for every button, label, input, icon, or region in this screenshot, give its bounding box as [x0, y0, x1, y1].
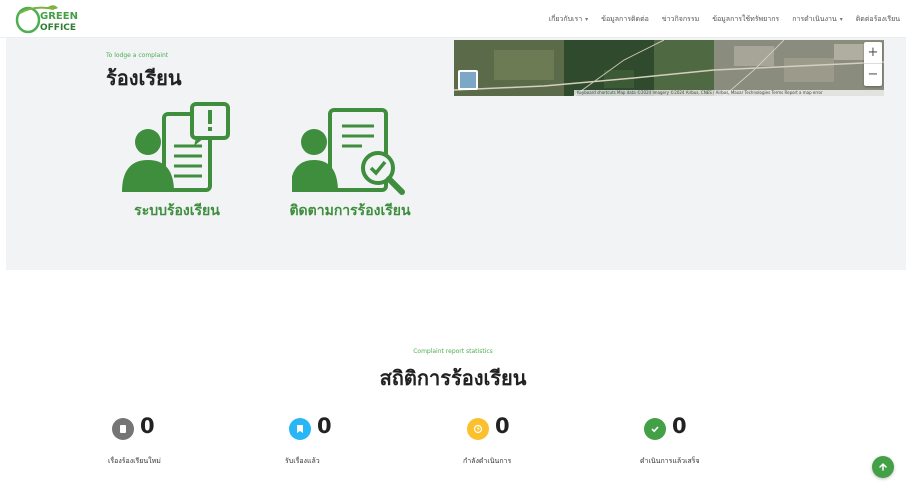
stat-label: กำลังดำเนินการ — [463, 457, 512, 465]
nav-label: เกี่ยวกับเรา — [548, 14, 583, 23]
nav-item-operations[interactable]: การดำเนินงาน ▾ — [792, 14, 843, 25]
map-zoom-controls: + − — [864, 42, 882, 86]
arrow-up-icon — [879, 462, 887, 471]
person-document-alert-icon — [122, 102, 230, 192]
hero-subtitle: To lodge a complaint — [106, 52, 169, 59]
stat-label: เรื่องร้องเรียนใหม่ — [108, 457, 161, 465]
nav-item-news[interactable]: ข่าวกิจกรรม — [662, 14, 699, 25]
clock-icon — [467, 418, 489, 440]
caret-down-icon: ▾ — [585, 15, 589, 23]
map-layer-toggle[interactable] — [458, 70, 478, 90]
bookmark-icon — [289, 418, 311, 440]
stat-count: 0 — [495, 414, 510, 438]
stats-title: สถิติการร้องเรียน — [379, 366, 527, 390]
nav-label: การดำเนินงาน — [792, 14, 837, 23]
stat-label: รับเรื่องแล้ว — [285, 457, 320, 465]
track-complaint-card[interactable]: ติดตามการร้องเรียน — [270, 102, 430, 220]
svg-text:GREEN: GREEN — [40, 11, 78, 22]
main-nav: เกี่ยวกับเรา ▾ ข้อมูลการติดต่อ ข่าวกิจกรร… — [549, 0, 900, 38]
stat-count: 0 — [317, 414, 332, 438]
person-document-search-icon — [292, 108, 405, 195]
stats-subtitle: Complaint report statistics — [413, 348, 493, 355]
complaint-system-label: ระบบร้องเรียน — [134, 203, 220, 219]
complaint-hero: To lodge a complaint ร้องเรียน + − Keybo… — [6, 38, 906, 270]
nav-label: ข่าวกิจกรรม — [661, 14, 700, 23]
embedded-map[interactable]: + − Keyboard shortcuts Map data ©2024 Im… — [454, 40, 884, 96]
scroll-to-top-button[interactable] — [872, 456, 894, 478]
svg-text:OFFICE: OFFICE — [40, 23, 76, 33]
nav-item-complaints[interactable]: ติดต่อร้องเรียน — [856, 14, 900, 25]
hero-title: ร้องเรียน — [106, 66, 182, 90]
top-navbar: GREEN OFFICE เกี่ยวกับเรา ▾ ข้อมูลการติดต… — [0, 0, 906, 38]
check-icon — [644, 418, 666, 440]
nav-item-about[interactable]: เกี่ยวกับเรา ▾ — [549, 14, 588, 25]
zoom-out-button[interactable]: − — [864, 64, 882, 86]
nav-label: ข้อมูลการใช้ทรัพยากร — [712, 14, 780, 23]
green-office-logo[interactable]: GREEN OFFICE — [14, 3, 94, 35]
zoom-in-button[interactable]: + — [864, 42, 882, 64]
stat-count: 0 — [140, 414, 155, 438]
track-complaint-label: ติดตามการร้องเรียน — [289, 203, 411, 219]
satellite-imagery — [454, 40, 884, 96]
complaint-system-card[interactable]: ระบบร้องเรียน — [102, 102, 252, 220]
stat-count: 0 — [672, 414, 687, 438]
page: GREEN OFFICE เกี่ยวกับเรา ▾ ข้อมูลการติดต… — [0, 0, 906, 483]
nav-item-resources[interactable]: ข้อมูลการใช้ทรัพยากร — [712, 14, 779, 25]
map-attribution: Keyboard shortcuts Map data ©2024 Imager… — [574, 90, 884, 96]
nav-label: ติดต่อร้องเรียน — [855, 14, 900, 23]
stat-label: ดำเนินการแล้วเสร็จ — [640, 457, 700, 465]
nav-label: ข้อมูลการติดต่อ — [601, 14, 649, 23]
nav-item-contact-info[interactable]: ข้อมูลการติดต่อ — [601, 14, 649, 25]
document-icon — [112, 418, 134, 440]
caret-down-icon: ▾ — [839, 15, 843, 23]
